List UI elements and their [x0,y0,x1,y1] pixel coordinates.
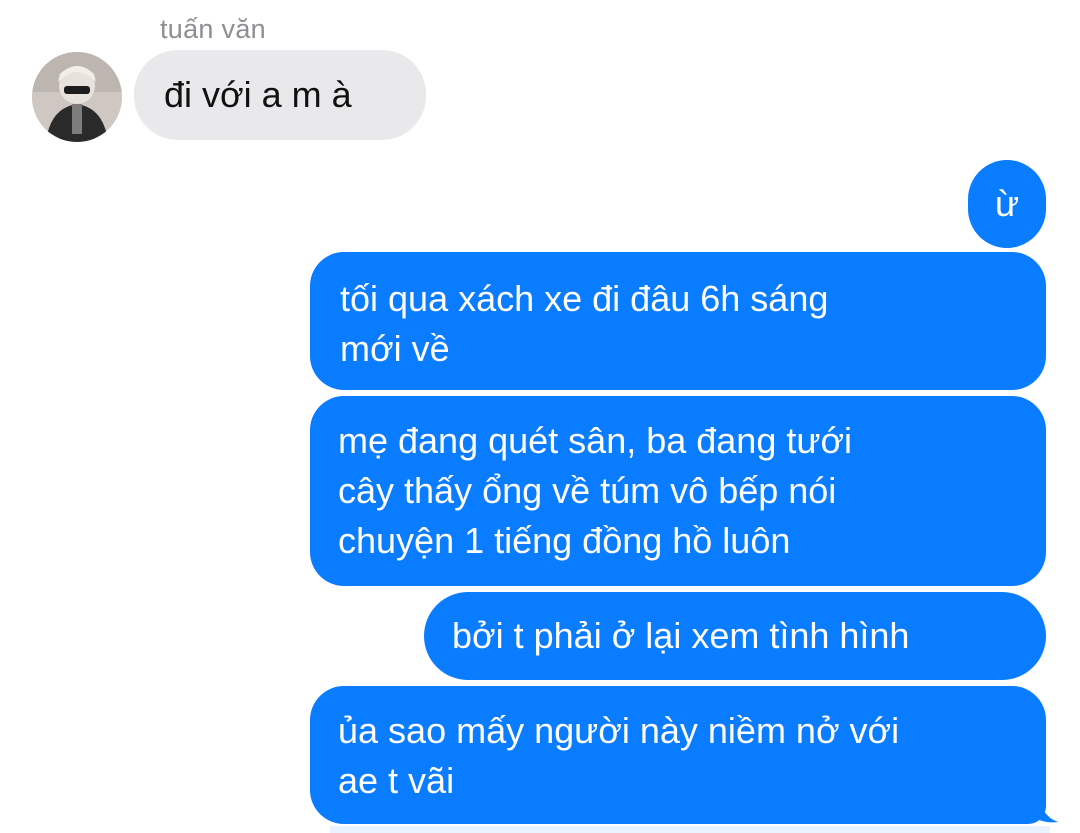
outgoing-message[interactable]: ừ [968,160,1046,248]
message-line: chuyện 1 tiếng đồng hồ luôn [338,520,791,561]
profile-photo-icon [32,52,122,142]
message-text: ừ [994,183,1020,224]
message-line: tối qua xách xe đi đâu 6h sáng [340,278,829,319]
outgoing-message[interactable]: tối qua xách xe đi đâu 6h sáng mới về [310,252,1046,390]
outgoing-message[interactable]: bởi t phải ở lại xem tình hình [424,592,1046,680]
outgoing-message[interactable]: ủa sao mấy người này niềm nở với ae t vã… [310,686,1046,824]
chat-thread: tuấn văn đi với a m à ừ tối qua xách xe … [0,0,1080,833]
message-line: cây thấy ổng về túm vô bếp nói [338,470,837,511]
message-line: mới về [340,328,450,369]
sender-name: tuấn văn [160,14,266,44]
avatar[interactable] [32,52,122,142]
incoming-message[interactable]: đi với a m à [134,50,426,140]
message-text: bởi t phải ở lại xem tình hình [452,615,910,656]
message-line: mẹ đang quét sân, ba đang tưới [338,420,853,461]
message-line: ủa sao mấy người này niềm nở với [338,710,900,751]
outgoing-message[interactable]: mẹ đang quét sân, ba đang tưới cây thấy … [310,396,1046,586]
scroll-edge [330,826,1050,833]
bubble-tail-icon [1030,790,1058,823]
message-text: đi với a m à [164,74,352,115]
message-line: ae t vãi [338,760,455,801]
